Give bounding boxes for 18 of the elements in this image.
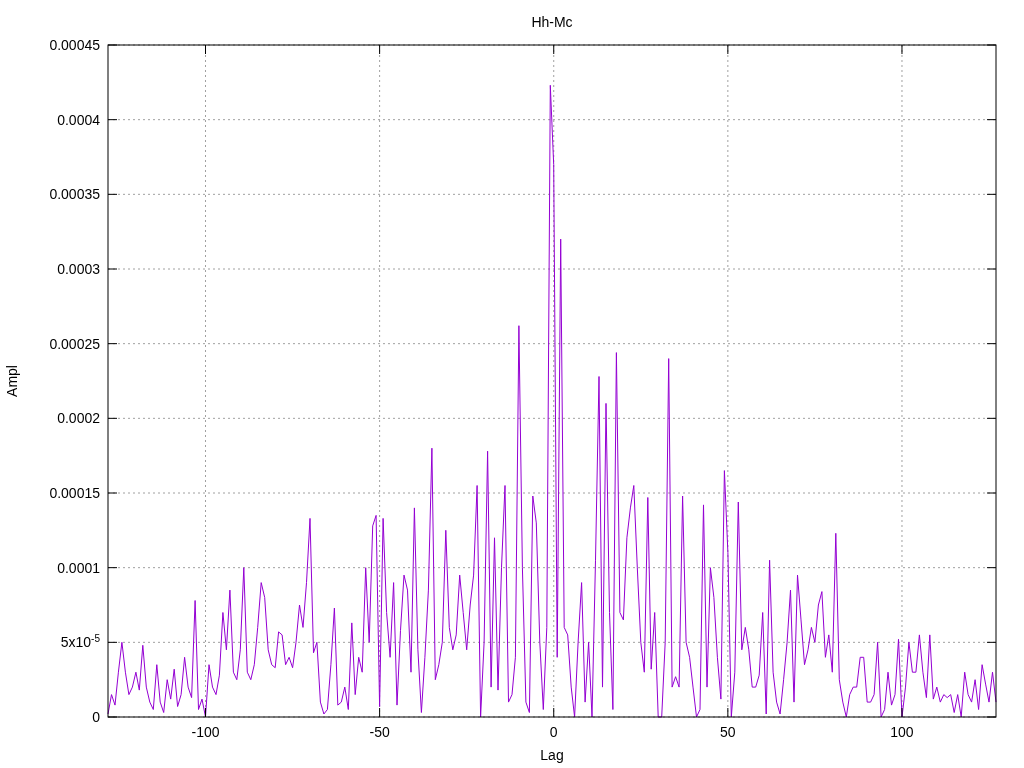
x-axis-title: Lag [540,747,564,763]
chart-title: Hh-Mc [531,14,573,30]
y-tick-label: 0.00045 [49,38,100,52]
y-tick-label: 0.00015 [49,486,100,500]
x-tick-label: 0 [549,724,558,740]
y-tick-label: 0.0002 [57,411,100,426]
y-tick-label: 0.0001 [57,560,100,575]
y-tick-label: 0.00025 [49,336,100,351]
x-tick-label: -100 [191,724,220,740]
y-tick-label: 5x10$^{-5}$ [60,635,100,650]
x-tick-label: 100 [890,724,914,740]
y-tick-label: 0.0004 [57,112,100,127]
y-axis-title: Ampl [4,365,20,397]
y-tick-label: 0.00035 [49,187,100,202]
x-tick-label: -50 [369,724,390,740]
x-tick-label: 50 [720,724,736,740]
y-tick-label: 0 [92,710,100,724]
y-tick-label: 0.0003 [57,262,100,276]
